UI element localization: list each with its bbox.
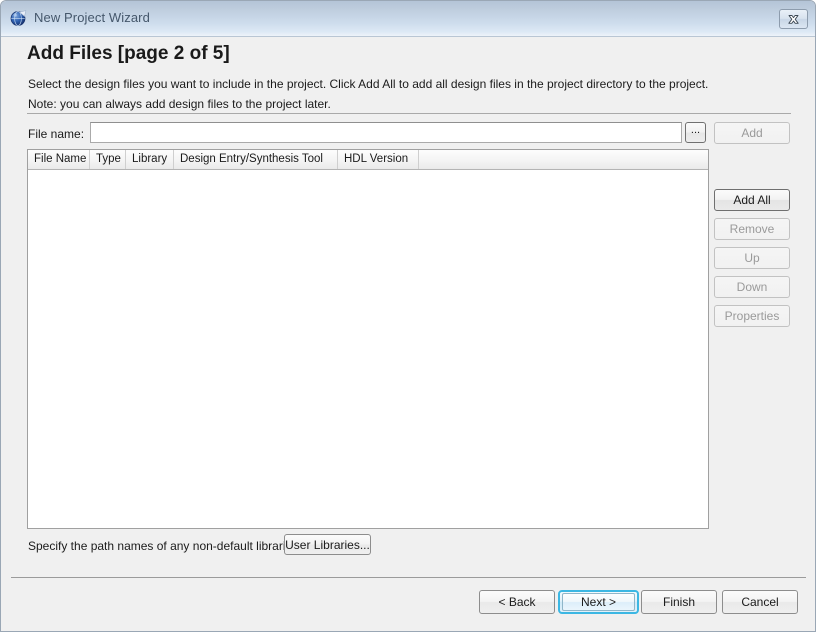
column-header-type[interactable]: Type [90,150,126,169]
remove-button[interactable]: Remove [714,218,790,240]
new-project-wizard-window: New Project Wizard Add Files [page 2 of … [0,0,816,632]
close-icon[interactable] [779,9,808,29]
window-title: New Project Wizard [34,10,150,25]
wizard-page: Add Files [page 2 of 5] Select the desig… [1,37,815,631]
finish-button[interactable]: Finish [641,590,717,614]
footer-separator [11,577,806,578]
file-name-label: File name: [28,127,85,141]
back-button[interactable]: < Back [479,590,555,614]
column-header-library[interactable]: Library [126,150,174,169]
column-header-hdl-version[interactable]: HDL Version [338,150,419,169]
app-globe-icon [10,9,28,27]
page-description-line-1: Select the design files you want to incl… [28,77,709,91]
add-button[interactable]: Add [714,122,790,144]
user-libraries-hint: Specify the path names of any non-defaul… [28,539,302,553]
table-body-empty[interactable] [28,170,708,527]
page-description-line-2: Note: you can always add design files to… [28,97,331,111]
next-button-inner: Next > [562,593,635,611]
column-header-file-name[interactable]: File Name [28,150,90,169]
down-button[interactable]: Down [714,276,790,298]
browse-button[interactable]: ... [685,122,706,143]
column-header-design-entry[interactable]: Design Entry/Synthesis Tool [174,150,338,169]
table-header-row: File Name Type Library Design Entry/Synt… [28,150,708,170]
up-button[interactable]: Up [714,247,790,269]
add-all-button[interactable]: Add All [714,189,790,211]
file-list-table: File Name Type Library Design Entry/Synt… [27,149,709,529]
close-x-glyph [788,14,799,24]
column-header-spacer[interactable] [419,150,708,169]
cancel-button[interactable]: Cancel [722,590,798,614]
header-separator [27,113,791,114]
properties-button[interactable]: Properties [714,305,790,327]
page-title: Add Files [page 2 of 5] [27,43,230,64]
next-button[interactable]: Next > [558,590,639,614]
user-libraries-button[interactable]: User Libraries... [284,534,371,555]
title-bar: New Project Wizard [1,1,815,37]
file-name-input[interactable] [90,122,682,143]
